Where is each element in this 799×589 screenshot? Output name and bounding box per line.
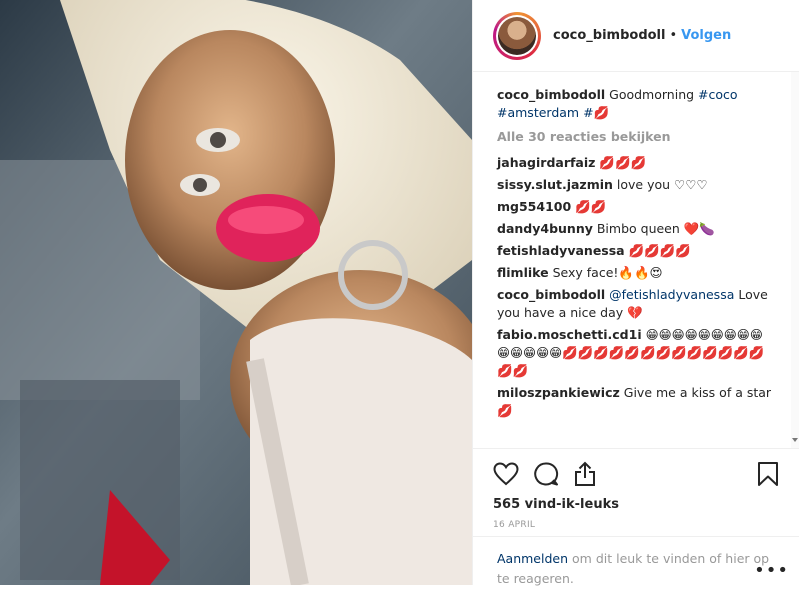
comment-text: 💋💋 xyxy=(575,199,607,214)
post-header: coco_bimbodoll • Volgen xyxy=(473,0,799,72)
comments-list: coco_bimbodoll Goodmorning #coco #amster… xyxy=(473,72,799,448)
comment: mg554100 💋💋 xyxy=(497,198,775,216)
share-icon[interactable] xyxy=(573,461,597,487)
comment-username[interactable]: fabio.moschetti.cd1i xyxy=(497,327,642,342)
comment-username[interactable]: jahagirdarfaiz xyxy=(497,155,595,170)
login-prompt: Aanmelden om dit leuk te vinden of hier … xyxy=(473,536,799,589)
view-all-comments-link[interactable]: Alle 30 reacties bekijken xyxy=(497,128,775,146)
comment: flimlike Sexy face!🔥🔥😍 xyxy=(497,264,775,282)
hashtag-link[interactable]: #amsterdam xyxy=(497,105,579,120)
caption: coco_bimbodoll Goodmorning #coco #amster… xyxy=(497,86,775,122)
comment: fabio.moschetti.cd1i 😁😁😁😁😁😁😁😁😁😁😁😁😁😁💋💋💋💋💋… xyxy=(497,326,775,380)
caption-text: Goodmorning xyxy=(609,87,695,102)
comment-username[interactable]: mg554100 xyxy=(497,199,571,214)
action-icons xyxy=(493,459,779,489)
comment-username[interactable]: fetishladyvanessa xyxy=(497,243,625,258)
hashtag-link[interactable]: #coco xyxy=(698,87,738,102)
comment-username[interactable]: sissy.slut.jazmin xyxy=(497,177,613,192)
post-photo[interactable] xyxy=(0,0,472,585)
avatar-image xyxy=(498,16,536,55)
comment-text: Bimbo queen ❤️🍆 xyxy=(596,221,715,236)
comment: miloszpankiewicz Give me a kiss of a sta… xyxy=(497,384,775,420)
comment-username[interactable]: dandy4bunny xyxy=(497,221,593,236)
follow-button[interactable]: Volgen xyxy=(681,28,731,43)
comment: jahagirdarfaiz 💋💋💋 xyxy=(497,154,775,172)
header-username[interactable]: coco_bimbodoll xyxy=(553,28,665,43)
comment: fetishladyvanessa 💋💋💋💋 xyxy=(497,242,775,260)
comment-text: Sexy face!🔥🔥😍 xyxy=(552,265,663,280)
hashtag-link[interactable]: #💋 xyxy=(583,105,609,120)
scroll-down-arrow-icon[interactable] xyxy=(792,438,798,442)
comment-text: 💋💋💋 xyxy=(599,155,647,170)
comment-username[interactable]: flimlike xyxy=(497,265,549,280)
post-date[interactable]: 16 APRIL xyxy=(493,520,779,530)
login-link[interactable]: Aanmelden xyxy=(497,551,568,566)
more-options-icon[interactable]: ••• xyxy=(754,560,789,581)
heart-icon[interactable] xyxy=(493,462,519,486)
comment: dandy4bunny Bimbo queen ❤️🍆 xyxy=(497,220,775,238)
comment: sissy.slut.jazmin love you ♡♡♡ xyxy=(497,176,775,194)
avatar[interactable] xyxy=(493,11,541,60)
comment-text: 💋💋💋💋 xyxy=(628,243,691,258)
post-actions: 565 vind-ik-leuks 16 APRIL xyxy=(473,448,799,548)
comment-username[interactable]: miloszpankiewicz xyxy=(497,385,620,400)
avatar-frame xyxy=(496,14,538,57)
comment-username[interactable]: coco_bimbodoll xyxy=(497,287,605,302)
comment: coco_bimbodoll @fetishladyvanessa Love y… xyxy=(497,286,775,322)
like-count[interactable]: 565 vind-ik-leuks xyxy=(493,497,779,512)
caption-username[interactable]: coco_bimbodoll xyxy=(497,87,605,102)
post-image xyxy=(0,0,472,585)
header-separator: • xyxy=(669,28,678,43)
comments-scrollbar[interactable] xyxy=(791,72,799,448)
comment-text: love you ♡♡♡ xyxy=(616,177,708,192)
post-side-panel: coco_bimbodoll • Volgen coco_bimbodoll G… xyxy=(472,0,799,586)
bookmark-icon[interactable] xyxy=(757,461,779,487)
mention-link[interactable]: @fetishladyvanessa xyxy=(609,287,734,302)
comment-icon[interactable] xyxy=(533,461,559,487)
